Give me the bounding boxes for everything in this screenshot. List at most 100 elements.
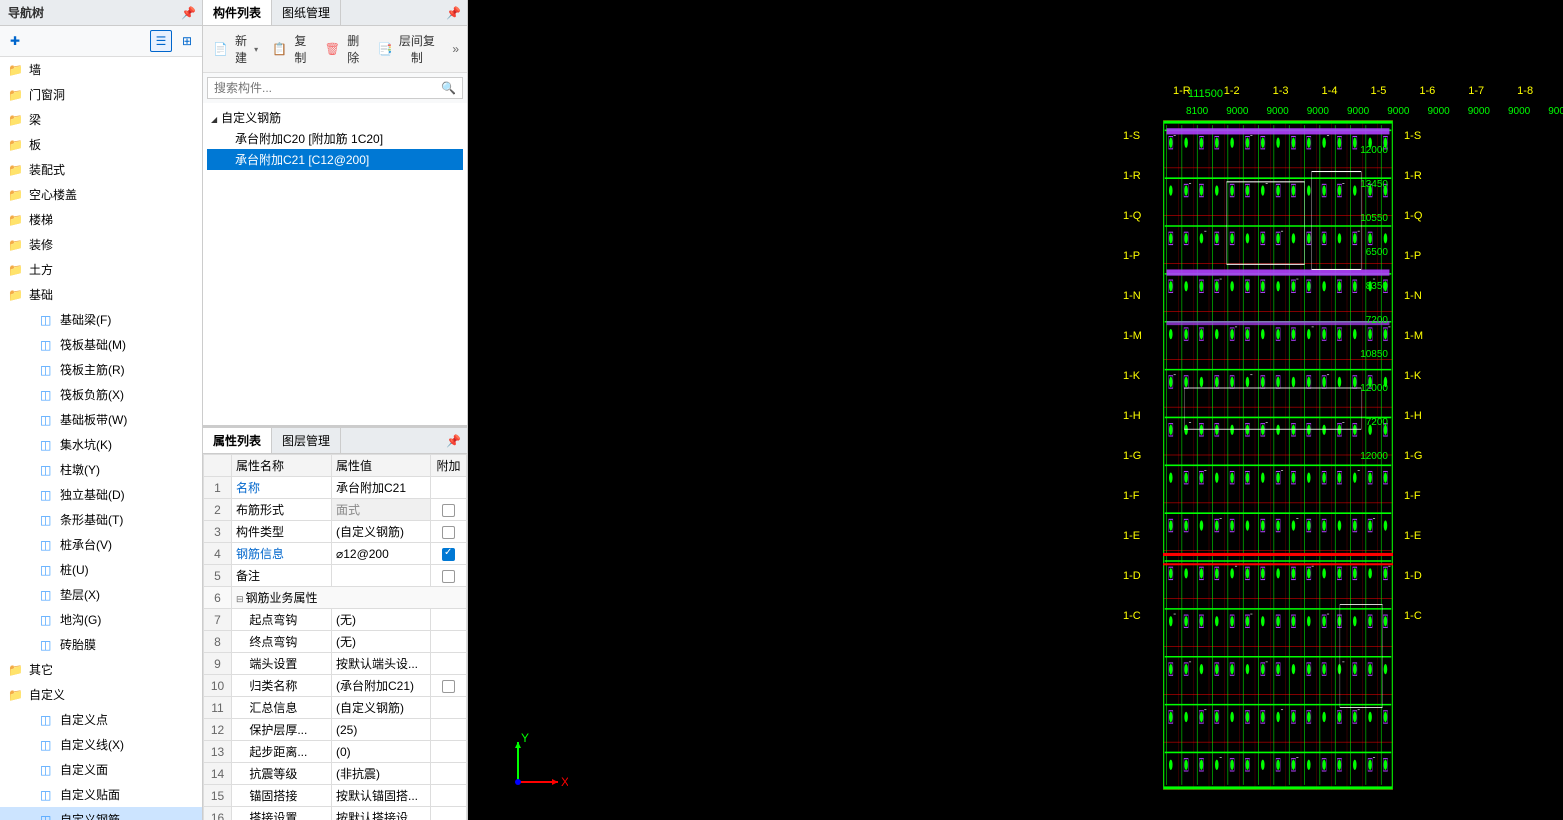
dimension-value: 9000 [1347, 106, 1369, 117]
nav-subitem[interactable]: ◫独立基础(D) [0, 482, 202, 507]
item-icon: ◫ [40, 588, 54, 602]
axis-label: 1-F [1404, 490, 1423, 502]
axis-label: 1-P [1123, 250, 1142, 262]
nav-subitem[interactable]: ◫自定义钢筋 [0, 807, 202, 820]
axis-label: 1-D [1404, 570, 1423, 582]
nav-category[interactable]: 📁基础 [0, 282, 202, 307]
component-item[interactable]: 承台附加C21 [C12@200] [207, 149, 463, 170]
nav-category[interactable]: 📁其它 [0, 657, 202, 682]
property-row[interactable]: 9 端头设置按默认端头设... [204, 653, 467, 675]
nav-subitem[interactable]: ◫柱墩(Y) [0, 457, 202, 482]
pin-icon[interactable]: 📌 [446, 6, 461, 20]
nav-category[interactable]: 📁空心楼盖 [0, 182, 202, 207]
nav-category[interactable]: 📁梁 [0, 107, 202, 132]
nav-subitem[interactable]: ◫基础板带(W) [0, 407, 202, 432]
nav-subitem[interactable]: ◫自定义贴面 [0, 782, 202, 807]
nav-subitem[interactable]: ◫集水坑(K) [0, 432, 202, 457]
nav-subitem[interactable]: ◫筏板负筋(X) [0, 382, 202, 407]
nav-category[interactable]: 📁装配式 [0, 157, 202, 182]
property-row[interactable]: 13 起步距离...(0) [204, 741, 467, 763]
nav-subitem[interactable]: ◫基础梁(F) [0, 307, 202, 332]
right-axis-labels: 1-S1-R1-Q1-P1-N1-M1-K1-H1-G1-F1-E1-D1-C [1404, 130, 1423, 622]
checkbox-icon[interactable] [442, 526, 455, 539]
axis-label: 1-Q [1404, 210, 1423, 222]
property-row[interactable]: 4钢筋信息⌀12@200 [204, 543, 467, 565]
checkbox-icon[interactable] [442, 680, 455, 693]
dimension-value: 9000 [1548, 106, 1563, 117]
drawing-canvas[interactable]: 1-R1-21-31-41-51-61-71-81-91-101-111-121… [468, 0, 1563, 820]
axis-label: 1-Q [1123, 210, 1142, 222]
checkbox-icon[interactable] [442, 504, 455, 517]
tab-component-list[interactable]: 构件列表 [203, 0, 272, 25]
property-row[interactable]: 14 抗震等级(非抗震) [204, 763, 467, 785]
list-view-button[interactable]: ☰ [150, 30, 172, 52]
folder-icon: 📁 [8, 88, 23, 102]
nav-subitem[interactable]: ◫自定义面 [0, 757, 202, 782]
tab-layer-mgmt[interactable]: 图层管理 [272, 428, 341, 453]
nav-subitem[interactable]: ◫自定义线(X) [0, 732, 202, 757]
nav-category[interactable]: 📁装修 [0, 232, 202, 257]
more-icon[interactable]: » [448, 42, 463, 56]
nav-category[interactable]: 📁门窗洞 [0, 82, 202, 107]
component-item[interactable]: 承台附加C20 [附加筋 1C20] [207, 128, 463, 149]
property-row[interactable]: 1名称承台附加C21 [204, 477, 467, 499]
nav-subitem[interactable]: ◫筏板主筋(R) [0, 357, 202, 382]
delete-button[interactable]: 🗑删除 [319, 30, 370, 68]
grid-svg [1163, 120, 1393, 790]
property-row[interactable]: 8 终点弯钩(无) [204, 631, 467, 653]
item-icon: ◫ [40, 363, 54, 377]
nav-subitem[interactable]: ◫垫层(X) [0, 582, 202, 607]
folder-icon: 📁 [8, 113, 23, 127]
dimension-value: 12000 [1360, 383, 1388, 394]
item-icon: ◫ [40, 613, 54, 627]
checkbox-icon[interactable] [442, 548, 455, 561]
axis-label: 1-C [1404, 610, 1423, 622]
pin-icon[interactable]: 📌 [446, 434, 461, 448]
nav-subitem[interactable]: ◫桩承台(V) [0, 532, 202, 557]
component-tabs: 构件列表 图纸管理 📌 [203, 0, 467, 26]
layer-copy-button[interactable]: 📑层间复制 [372, 30, 445, 68]
property-row[interactable]: 15 锚固搭接按默认锚固搭... [204, 785, 467, 807]
nav-subitem[interactable]: ◫地沟(G) [0, 607, 202, 632]
add-button[interactable]: ✚ [4, 30, 26, 52]
nav-subitem[interactable]: ◫砖胎膜 [0, 632, 202, 657]
property-row[interactable]: 6钢筋业务属性 [204, 587, 467, 609]
property-row[interactable]: 16 搭接设置按默认搭接设... [204, 807, 467, 820]
search-input[interactable] [208, 78, 435, 98]
property-row[interactable]: 5备注 [204, 565, 467, 587]
checkbox-icon[interactable] [442, 570, 455, 583]
new-button[interactable]: 📄新建▾ [207, 30, 264, 68]
copy-button[interactable]: 📋复制 [266, 30, 317, 68]
grid-view-button[interactable]: ⊞ [176, 30, 198, 52]
nav-subitem[interactable]: ◫条形基础(T) [0, 507, 202, 532]
property-row[interactable]: 2布筋形式面式 [204, 499, 467, 521]
axis-label: 1-F [1123, 490, 1142, 502]
property-row[interactable]: 3构件类型(自定义钢筋) [204, 521, 467, 543]
pin-icon[interactable]: 📌 [181, 6, 196, 20]
nav-category[interactable]: 📁土方 [0, 257, 202, 282]
nav-title: 导航树 📌 [0, 0, 202, 26]
dimension-value: 12000 [1360, 145, 1388, 156]
axis-label: 1-C [1123, 610, 1142, 622]
axis-label: 1-G [1404, 450, 1423, 462]
axis-label: 1-6 [1419, 85, 1435, 97]
nav-category[interactable]: 📁板 [0, 132, 202, 157]
property-row[interactable]: 12 保护层厚...(25) [204, 719, 467, 741]
axis-label: 1-N [1123, 290, 1142, 302]
search-icon[interactable]: 🔍 [435, 78, 462, 98]
nav-subitem[interactable]: ◫桩(U) [0, 557, 202, 582]
nav-subitem[interactable]: ◫自定义点 [0, 707, 202, 732]
nav-category[interactable]: 📁自定义 [0, 682, 202, 707]
property-row[interactable]: 10 归类名称(承台附加C21) [204, 675, 467, 697]
tree-parent[interactable]: 自定义钢筋 [207, 107, 463, 128]
axis-label: 1-D [1123, 570, 1142, 582]
property-row[interactable]: 11 汇总信息(自定义钢筋) [204, 697, 467, 719]
nav-subitem[interactable]: ◫筏板基础(M) [0, 332, 202, 357]
folder-icon: 📁 [8, 238, 23, 252]
nav-category[interactable]: 📁楼梯 [0, 207, 202, 232]
item-icon: ◫ [40, 338, 54, 352]
property-row[interactable]: 7 起点弯钩(无) [204, 609, 467, 631]
tab-property-list[interactable]: 属性列表 [203, 428, 272, 453]
tab-drawing-mgmt[interactable]: 图纸管理 [272, 0, 341, 25]
nav-category[interactable]: 📁墙 [0, 57, 202, 82]
